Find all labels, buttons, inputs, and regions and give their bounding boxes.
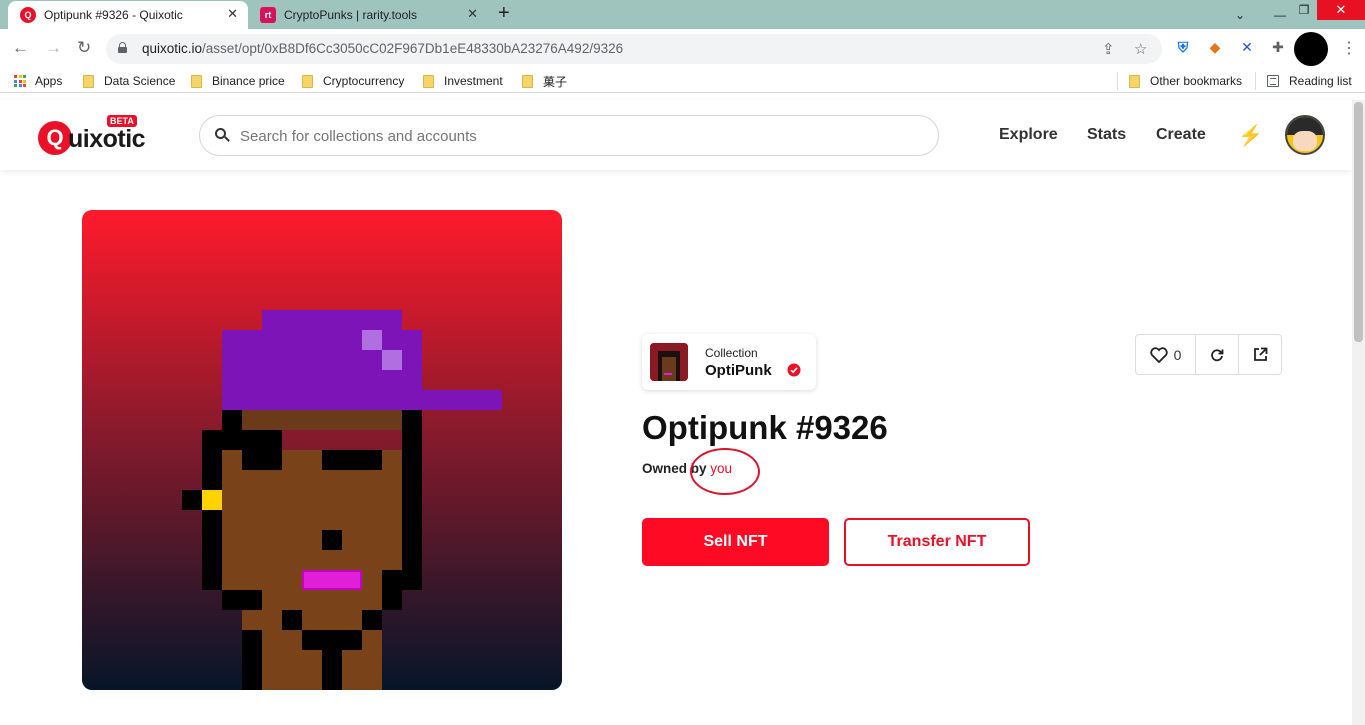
like-count: 0: [1173, 346, 1182, 363]
transfer-nft-button[interactable]: Transfer NFT: [844, 518, 1030, 566]
scrollbar-thumb[interactable]: [1354, 102, 1363, 342]
folder-icon: [1129, 74, 1140, 88]
folder-icon: [302, 74, 313, 88]
site-header: Q uixotic BETA Explore Stats Create ⚡: [0, 100, 1352, 170]
verified-icon: [787, 363, 801, 377]
search-input[interactable]: [240, 124, 920, 148]
url-path: /asset/opt/0xB8Df6Cc3050cC02F967Db1eE483…: [202, 41, 624, 56]
bookmarks-bar: Apps Data Science Binance price Cryptocu…: [0, 69, 1365, 93]
collection-label: Collection: [705, 346, 758, 360]
reading-list[interactable]: Reading list: [1267, 73, 1352, 89]
share-page-icon[interactable]: ⇪: [1102, 40, 1115, 58]
bookmark-label: Cryptocurrency: [323, 74, 405, 88]
menu-kebab-icon[interactable]: ⋮: [1341, 38, 1357, 58]
forward-icon[interactable]: →: [45, 38, 62, 58]
tab-optipunk[interactable]: Q Optipunk #9326 - Quixotic ✕: [8, 1, 248, 29]
heart-icon: [1149, 346, 1168, 363]
nav-create[interactable]: Create: [1156, 126, 1206, 144]
nav-stats[interactable]: Stats: [1087, 126, 1126, 144]
profile-avatar[interactable]: [1294, 32, 1328, 66]
bookmark-kashi[interactable]: 菓子: [522, 73, 567, 89]
address-bar[interactable]: quixotic.io/asset/opt/0xB8Df6Cc3050cC02F…: [106, 34, 1162, 64]
bitwarden-extension-icon[interactable]: ⛨: [1174, 37, 1192, 57]
close-tab-icon[interactable]: ✕: [227, 6, 238, 22]
browser-tabstrip: Q Optipunk #9326 - Quixotic ✕ rt CryptoP…: [0, 0, 1365, 29]
reading-list-label: Reading list: [1289, 74, 1352, 88]
quixotic-favicon-icon: Q: [20, 7, 36, 23]
bookmark-investment[interactable]: Investment: [423, 73, 503, 89]
bookmark-cryptocurrency[interactable]: Cryptocurrency: [302, 73, 404, 89]
bookmark-label: Investment: [444, 74, 503, 88]
apps-grid-icon: [14, 75, 26, 87]
restore-icon[interactable]: ❐: [1294, 0, 1314, 24]
bookmark-label: Apps: [35, 74, 63, 88]
bookmark-divider: [1255, 72, 1256, 90]
bookmark-star-icon[interactable]: ☆: [1134, 40, 1147, 58]
like-button[interactable]: 0: [1136, 335, 1196, 374]
tab-title: Optipunk #9326 - Quixotic: [44, 8, 183, 22]
tab-title: CryptoPunks | rarity.tools: [284, 8, 417, 22]
bookmark-label: Data Science: [104, 74, 176, 88]
reading-list-icon: [1267, 75, 1279, 87]
back-icon[interactable]: ←: [12, 38, 29, 58]
search-icon: [215, 128, 230, 142]
bookmark-label: 菓子: [543, 74, 568, 89]
url-host: quixotic.io: [142, 41, 203, 56]
logo-text: uixotic: [68, 125, 146, 153]
owner-link[interactable]: you: [710, 461, 732, 476]
folder-icon: [423, 74, 434, 88]
asset-title: Optipunk #9326: [642, 409, 888, 446]
lock-icon: [118, 42, 127, 53]
rarity-tools-favicon-icon: rt: [260, 7, 276, 23]
folder-icon: [83, 74, 94, 88]
refresh-icon: [1211, 348, 1224, 361]
bookmark-apps[interactable]: Apps: [14, 73, 62, 89]
tab-rarity-tools[interactable]: rt CryptoPunks | rarity.tools ✕: [248, 1, 488, 29]
bookmark-data-science[interactable]: Data Science: [83, 73, 175, 89]
bookmark-label: Binance price: [212, 74, 285, 88]
logo-q-icon: Q: [38, 121, 72, 155]
user-avatar[interactable]: [1285, 115, 1325, 155]
page-scrollbar[interactable]: [1352, 100, 1365, 725]
nav-explore[interactable]: Explore: [999, 126, 1058, 144]
asset-actions: 0: [1135, 334, 1282, 375]
bolt-icon[interactable]: ⚡: [1238, 123, 1263, 148]
sell-nft-button[interactable]: Sell NFT: [642, 518, 829, 566]
share-icon: [1253, 347, 1267, 361]
new-tab-button[interactable]: +: [498, 2, 510, 25]
folder-icon: [522, 74, 533, 88]
browser-toolbar: ← → ↻ quixotic.io/asset/opt/0xB8Df6Cc305…: [0, 29, 1365, 69]
bookmark-other[interactable]: Other bookmarks: [1129, 73, 1242, 89]
beta-badge: BETA: [107, 115, 137, 127]
collection-thumbnail: [650, 343, 688, 381]
window-close-icon[interactable]: ✕: [1317, 0, 1365, 20]
nft-image: [82, 210, 562, 690]
extensions-puzzle-icon[interactable]: ✚: [1269, 37, 1287, 57]
collection-card[interactable]: Collection OptiPunk: [642, 334, 816, 390]
folder-icon: [191, 74, 202, 88]
url-text: quixotic.io/asset/opt/0xB8Df6Cc3050cC02F…: [142, 41, 623, 56]
refresh-button[interactable]: [1196, 335, 1239, 374]
owned-by: Owned by you: [642, 461, 732, 476]
owned-by-prefix: Owned by: [642, 461, 707, 476]
collection-name: OptiPunk: [705, 362, 772, 379]
bookmark-label: Other bookmarks: [1150, 74, 1243, 88]
search-bar: [199, 115, 939, 156]
extension-icon[interactable]: ✕: [1238, 37, 1256, 57]
bookmark-divider: [1117, 72, 1118, 90]
close-tab-icon[interactable]: ✕: [467, 6, 478, 22]
tab-search-icon[interactable]: ⌄: [1230, 0, 1250, 29]
reload-icon[interactable]: ↻: [77, 38, 91, 58]
metamask-extension-icon[interactable]: ◆: [1206, 37, 1224, 57]
bookmark-binance-price[interactable]: Binance price: [191, 73, 285, 89]
minimize-icon[interactable]: —: [1270, 0, 1290, 29]
share-button[interactable]: [1239, 335, 1281, 374]
